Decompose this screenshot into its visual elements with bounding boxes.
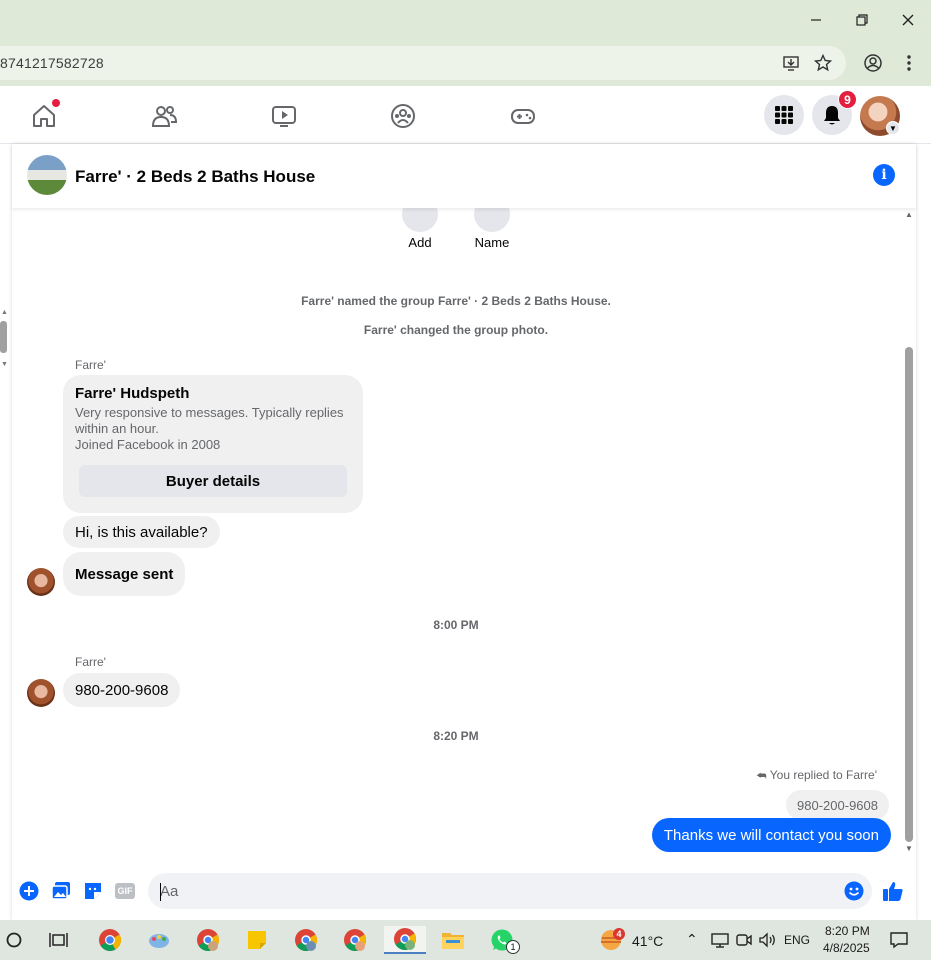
sender-name: Farre': [75, 655, 106, 669]
more-menu-icon[interactable]: [899, 53, 919, 73]
quoted-message[interactable]: 980-200-9608: [786, 790, 889, 820]
thumbs-up-icon[interactable]: [882, 880, 904, 902]
chat-window: Farre' · 2 Beds 2 Baths House i Add Name…: [12, 144, 916, 920]
install-app-icon[interactable]: [781, 53, 801, 73]
chat-header: Farre' · 2 Beds 2 Baths House i: [12, 144, 916, 208]
chrome-profile-icon[interactable]: [194, 926, 222, 954]
chevron-up-icon[interactable]: ⌃: [686, 931, 698, 948]
groups-icon[interactable]: [389, 102, 417, 130]
profile-card-name: Farre' Hudspeth: [75, 385, 190, 402]
page-scrollbar-thumb[interactable]: [0, 321, 7, 353]
chrome-profile-icon[interactable]: [292, 926, 320, 954]
emoji-icon[interactable]: [843, 880, 865, 902]
chrome-profile-icon[interactable]: [384, 926, 426, 954]
gif-icon[interactable]: GIF: [114, 880, 136, 902]
menu-button[interactable]: [764, 95, 804, 135]
chat-scrollbar-thumb[interactable]: [905, 347, 913, 842]
message-input[interactable]: [148, 873, 872, 909]
reply-arrow-icon: ⮪: [756, 770, 767, 782]
chat-scrollbar[interactable]: ▲ ▼: [902, 208, 916, 858]
video-icon[interactable]: [270, 102, 298, 130]
chrome-icon[interactable]: [96, 926, 124, 954]
friends-icon[interactable]: [150, 102, 178, 130]
sender-avatar[interactable]: [27, 679, 55, 707]
plus-icon[interactable]: [18, 880, 40, 902]
info-icon[interactable]: i: [873, 164, 895, 186]
sender-name: Farre': [75, 358, 106, 372]
home-notification-dot: [52, 99, 60, 107]
system-message-named: Farre' named the group Farre' · 2 Beds 2…: [301, 294, 611, 308]
message-bubble-phone[interactable]: 980-200-9608: [63, 673, 181, 707]
browser-title-bar: [0, 0, 931, 40]
close-icon: [902, 14, 914, 26]
url-text[interactable]: 8741217582728: [0, 55, 104, 71]
language-indicator[interactable]: ENG: [784, 933, 810, 947]
menu-grid-icon: [775, 106, 793, 124]
close-button[interactable]: [890, 6, 926, 34]
volume-icon[interactable]: [754, 926, 782, 954]
message-composer: GIF: [12, 864, 916, 920]
bell-icon: [824, 106, 840, 125]
minimize-icon: [811, 19, 821, 21]
sender-avatar[interactable]: [27, 568, 55, 596]
timestamp: 8:00 PM: [433, 618, 479, 632]
buyer-details-button[interactable]: Buyer details: [79, 465, 347, 497]
clock-time[interactable]: 8:20 PM: [825, 924, 870, 938]
chrome-profile-icon[interactable]: [341, 926, 369, 954]
profile-card-joined: Joined Facebook in 2008: [75, 437, 221, 452]
minimize-button[interactable]: [798, 6, 834, 34]
profile-card-description: Very responsive to messages. Typically r…: [75, 405, 344, 436]
paint-app-icon[interactable]: [145, 926, 173, 954]
outgoing-message-bubble[interactable]: Thanks we will contact you soon: [651, 818, 891, 852]
clock-date[interactable]: 4/8/2025: [823, 941, 870, 955]
notification-count-badge: 9: [838, 90, 857, 109]
sticker-icon[interactable]: [82, 880, 104, 902]
reply-indicator: ⮪ You replied to Farre': [756, 768, 877, 783]
file-explorer-icon[interactable]: [439, 926, 467, 954]
scroll-down-arrow-icon[interactable]: ▼: [1, 361, 8, 368]
temperature[interactable]: 41°C: [632, 933, 663, 949]
text-caret: [160, 883, 161, 901]
sticky-notes-icon[interactable]: [243, 926, 271, 954]
facebook-nav-bar: [0, 86, 931, 144]
photo-icon[interactable]: [50, 880, 72, 902]
scroll-up-arrow-icon[interactable]: ▲: [905, 210, 913, 219]
notification-center-icon[interactable]: [885, 926, 913, 954]
group-photo[interactable]: [27, 155, 67, 195]
search-circle-icon[interactable]: [0, 926, 28, 954]
scroll-up-arrow-icon[interactable]: ▲: [1, 309, 8, 316]
page-scrollbar[interactable]: ▲ ▼: [0, 144, 12, 920]
bookmark-star-icon[interactable]: [813, 53, 833, 73]
address-bar-row: 8741217582728: [0, 40, 931, 86]
whatsapp-badge: 1: [506, 940, 520, 954]
add-label: Add: [408, 235, 432, 250]
task-view-icon[interactable]: [45, 926, 73, 954]
weather-badge: 4: [613, 928, 625, 940]
name-label: Name: [474, 235, 510, 250]
scroll-down-arrow-icon[interactable]: ▼: [905, 844, 913, 853]
buyer-profile-card: Farre' Hudspeth Very responsive to messa…: [63, 375, 363, 513]
profile-icon[interactable]: [863, 53, 883, 73]
message-bubble-available[interactable]: Hi, is this available?: [63, 516, 220, 548]
omnibox[interactable]: 8741217582728: [0, 46, 846, 80]
message-bubble-sent[interactable]: Message sent: [63, 552, 186, 596]
reply-label-text: You replied to Farre': [769, 768, 877, 782]
chat-title[interactable]: Farre' · 2 Beds 2 Baths House: [75, 167, 315, 187]
restore-icon: [856, 14, 868, 26]
system-message-photo: Farre' changed the group photo.: [363, 323, 549, 337]
chevron-down-icon[interactable]: ▼: [886, 121, 900, 135]
restore-button[interactable]: [844, 6, 880, 34]
timestamp: 8:20 PM: [433, 729, 479, 743]
gaming-icon[interactable]: [509, 102, 537, 130]
windows-taskbar: 1 4 41°C ⌃ ENG 8:20 PM 4/8/2025: [0, 920, 931, 960]
